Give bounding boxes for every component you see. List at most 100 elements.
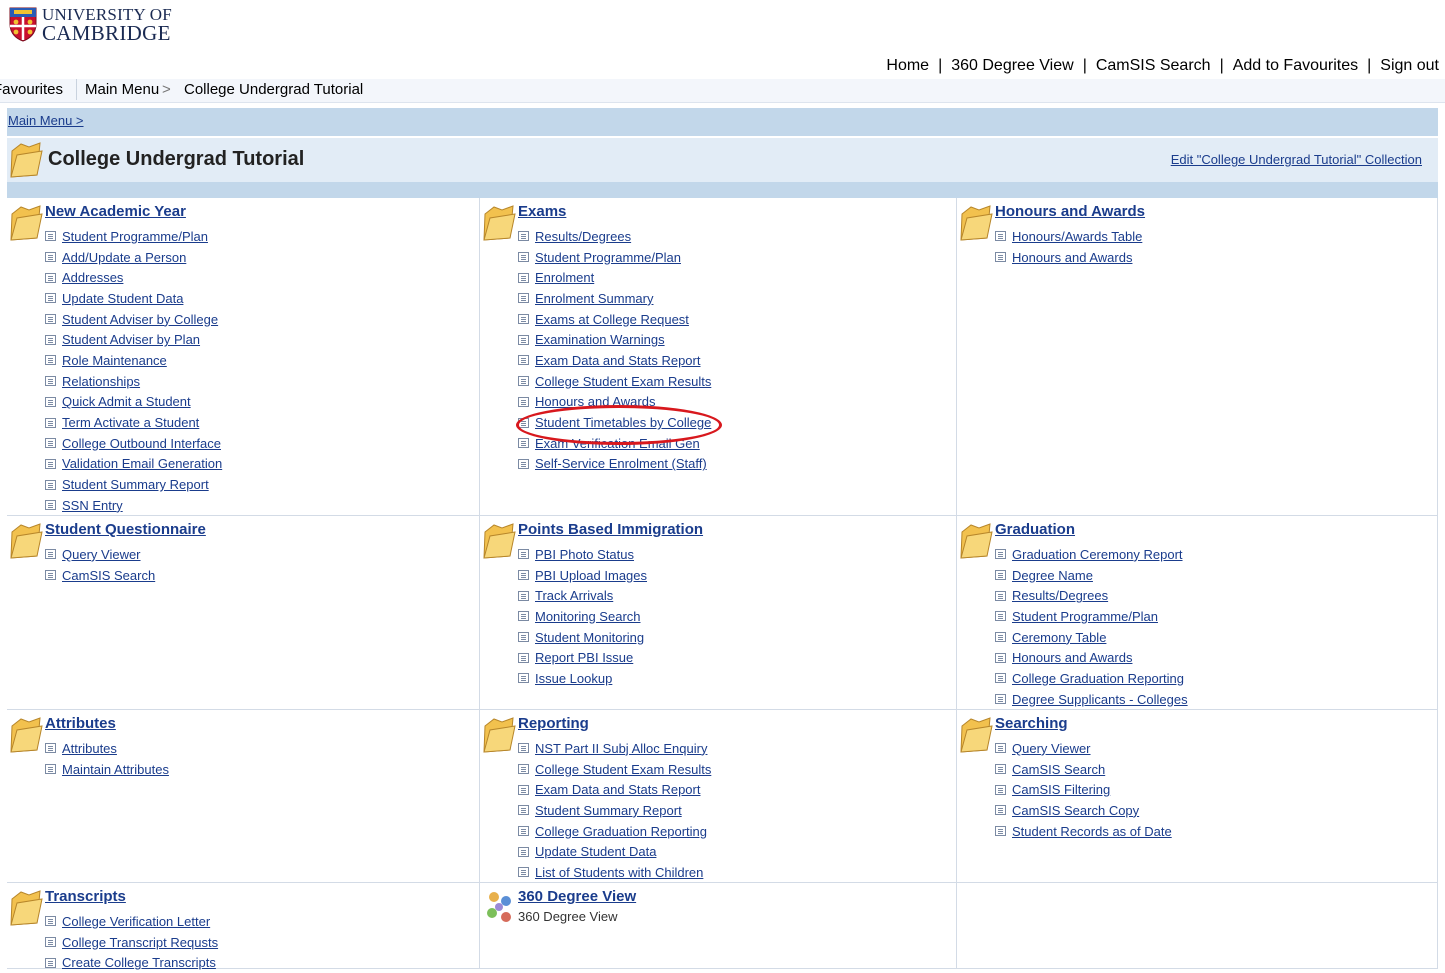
menu-link-item[interactable]: Self-Service Enrolment (Staff) (518, 454, 711, 475)
menu-link[interactable]: Monitoring Search (535, 609, 641, 624)
menu-link-item[interactable]: NST Part II Subj Alloc Enquiry (518, 738, 711, 759)
menu-link[interactable]: Student Programme/Plan (1012, 609, 1158, 624)
menu-link[interactable]: College Outbound Interface (62, 436, 221, 451)
menu-link[interactable]: Role Maintenance (62, 353, 167, 368)
menu-link-item[interactable]: Monitoring Search (518, 606, 647, 627)
menu-link-item[interactable]: List of Students with Children (518, 862, 711, 883)
menu-link-item[interactable]: Attributes (45, 738, 169, 759)
menu-link[interactable]: Addresses (62, 270, 123, 285)
menu-link[interactable]: Query Viewer (62, 547, 141, 562)
menu-link[interactable]: CamSIS Search (1012, 762, 1105, 777)
menu-link[interactable]: Results/Degrees (1012, 588, 1108, 603)
menu-link-item[interactable]: Update Student Data (45, 288, 222, 309)
menu-link-item[interactable]: College Verification Letter (45, 911, 218, 932)
menu-link[interactable]: Degree Name (1012, 568, 1093, 583)
menu-link[interactable]: Relationships (62, 374, 140, 389)
menu-link-item[interactable]: Query Viewer (995, 738, 1172, 759)
menu-link[interactable]: Results/Degrees (535, 229, 631, 244)
section-title[interactable]: Honours and Awards (995, 203, 1145, 220)
section-title[interactable]: Points Based Immigration (518, 521, 703, 538)
menu-link[interactable]: Student Records as of Date (1012, 824, 1172, 839)
menu-link[interactable]: Ceremony Table (1012, 630, 1106, 645)
menu-link-item[interactable]: Student Records as of Date (995, 821, 1172, 842)
menu-link[interactable]: Report PBI Issue (535, 650, 633, 665)
menu-link[interactable]: College Verification Letter (62, 914, 210, 929)
menu-link-item[interactable]: Update Student Data (518, 841, 711, 862)
menu-link[interactable]: CamSIS Filtering (1012, 782, 1110, 797)
menu-link-item[interactable]: College Outbound Interface (45, 433, 222, 454)
menu-link-item[interactable]: Student Adviser by College (45, 309, 222, 330)
favourites-menu[interactable]: Favourites (0, 81, 63, 98)
menu-link-item[interactable]: PBI Upload Images (518, 565, 647, 586)
menu-link[interactable]: Student Adviser by College (62, 312, 218, 327)
menu-link[interactable]: Attributes (62, 741, 117, 756)
menu-link[interactable]: PBI Photo Status (535, 547, 634, 562)
menu-link[interactable]: Degree Supplicants - Colleges (1012, 692, 1188, 707)
menu-link[interactable]: SSN Entry (62, 498, 123, 513)
menu-link[interactable]: College Graduation Reporting (535, 824, 707, 839)
menu-link-item[interactable]: Graduation Ceremony Report (995, 544, 1188, 565)
menu-link-item[interactable]: CamSIS Search Copy (995, 800, 1172, 821)
menu-link[interactable]: CamSIS Search Copy (1012, 803, 1139, 818)
nav-home[interactable]: Home (886, 57, 929, 75)
menu-link-item[interactable]: Student Programme/Plan (518, 247, 711, 268)
menu-link-item[interactable]: Student Adviser by Plan (45, 329, 222, 350)
menu-link[interactable]: Validation Email Generation (62, 456, 222, 471)
menu-link[interactable]: Graduation Ceremony Report (1012, 547, 1183, 562)
menu-link[interactable]: Honours and Awards (1012, 250, 1132, 265)
menu-link[interactable]: Track Arrivals (535, 588, 613, 603)
section-title[interactable]: Attributes (45, 715, 116, 732)
menu-link[interactable]: Self-Service Enrolment (Staff) (535, 456, 707, 471)
menu-link-item[interactable]: Report PBI Issue (518, 647, 647, 668)
menu-link[interactable]: NST Part II Subj Alloc Enquiry (535, 741, 707, 756)
menu-link[interactable]: Student Summary Report (62, 477, 209, 492)
menu-link[interactable]: Exam Data and Stats Report (535, 782, 700, 797)
menu-link[interactable]: Add/Update a Person (62, 250, 186, 265)
menu-link[interactable]: College Transcript Requsts (62, 935, 218, 950)
menu-link[interactable]: Student Adviser by Plan (62, 332, 200, 347)
menu-link-item[interactable]: Degree Supplicants - Colleges (995, 689, 1188, 710)
menu-link-item[interactable]: Track Arrivals (518, 585, 647, 606)
menu-link[interactable]: Examination Warnings (535, 332, 665, 347)
menu-link-item[interactable]: College Transcript Requsts (45, 932, 218, 953)
menu-link-item[interactable]: Honours and Awards (995, 647, 1188, 668)
menu-link-item[interactable]: Exam Data and Stats Report (518, 350, 711, 371)
menu-link[interactable]: PBI Upload Images (535, 568, 647, 583)
main-menu-dropdown[interactable]: Main Menu (85, 81, 159, 98)
menu-link[interactable]: Quick Admit a Student (62, 394, 191, 409)
menu-link[interactable]: Student Programme/Plan (535, 250, 681, 265)
menu-link-item[interactable]: Exam Data and Stats Report (518, 779, 711, 800)
menu-link-item[interactable]: Student Monitoring (518, 627, 647, 648)
menu-link-item[interactable]: Maintain Attributes (45, 759, 169, 780)
nav-add-to-favourites[interactable]: Add to Favourites (1233, 57, 1358, 75)
menu-link-item[interactable]: College Student Exam Results (518, 759, 711, 780)
menu-link[interactable]: Honours/Awards Table (1012, 229, 1142, 244)
menu-link[interactable]: Exam Data and Stats Report (535, 353, 700, 368)
menu-link-item[interactable]: College Graduation Reporting (995, 668, 1188, 689)
menu-link-item[interactable]: Add/Update a Person (45, 247, 222, 268)
menu-link-item[interactable]: Exams at College Request (518, 309, 711, 330)
menu-link-item[interactable]: Exam Verification Email Gen (518, 433, 711, 454)
menu-link[interactable]: College Student Exam Results (535, 374, 711, 389)
menu-link-item[interactable]: Degree Name (995, 565, 1188, 586)
menu-link-item[interactable]: Enrolment Summary (518, 288, 711, 309)
edit-collection-link[interactable]: Edit "College Undergrad Tutorial" Collec… (1171, 152, 1422, 167)
menu-link[interactable]: Exam Verification Email Gen (535, 436, 700, 451)
menu-link[interactable]: Student Summary Report (535, 803, 682, 818)
menu-link-item[interactable]: Results/Degrees (518, 226, 711, 247)
menu-link-item[interactable]: College Graduation Reporting (518, 821, 711, 842)
menu-link-item[interactable]: CamSIS Search (45, 565, 155, 586)
menu-link[interactable]: Student Programme/Plan (62, 229, 208, 244)
section-title[interactable]: Student Questionnaire (45, 521, 206, 538)
menu-link[interactable]: College Student Exam Results (535, 762, 711, 777)
menu-link-item[interactable]: Quick Admit a Student (45, 392, 222, 413)
menu-link-item[interactable]: SSN Entry (45, 495, 222, 516)
menu-link-item[interactable]: Honours and Awards (995, 247, 1142, 268)
menu-link[interactable]: Enrolment (535, 270, 594, 285)
menu-link[interactable]: Update Student Data (535, 844, 656, 859)
menu-link-item[interactable]: Query Viewer (45, 544, 155, 565)
menu-link[interactable]: Enrolment Summary (535, 291, 653, 306)
menu-link-item[interactable]: Honours and Awards (518, 392, 711, 413)
menu-link[interactable]: Maintain Attributes (62, 762, 169, 777)
menu-link-item[interactable]: Role Maintenance (45, 350, 222, 371)
